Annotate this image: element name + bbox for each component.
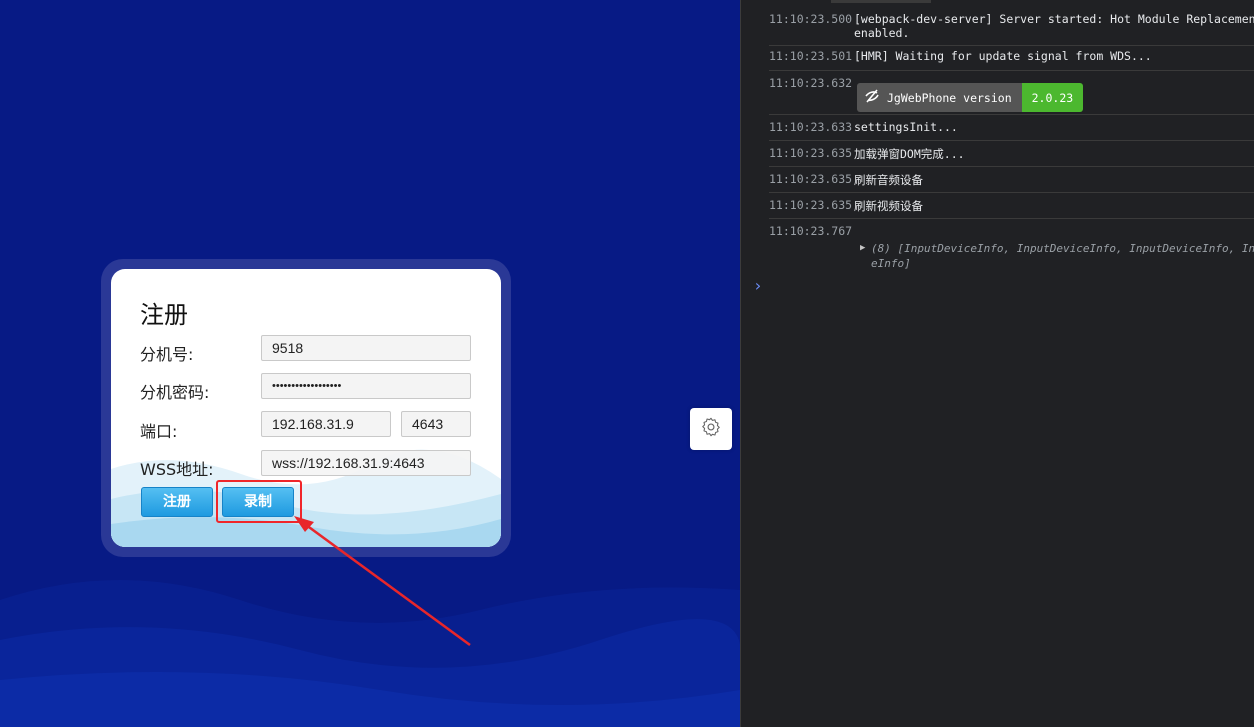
- console-log-row: 11:10:23.633 settingsInit...: [769, 120, 1254, 141]
- log-timestamp: 11:10:23.632: [769, 76, 853, 90]
- wss-input[interactable]: wss://192.168.31.9:4643: [261, 450, 471, 476]
- form-title: 注册: [140, 301, 188, 329]
- badge-name: JgWebPhone version: [887, 90, 1012, 105]
- console-log-row: 11:10:23.635 加载弹窗DOM完成...: [769, 146, 1254, 167]
- password-input[interactable]: ••••••••••••••••••: [261, 373, 471, 399]
- host-input[interactable]: 192.168.31.9: [261, 411, 391, 437]
- port-label: 端口:: [140, 422, 178, 441]
- log-timestamp: 11:10:23.500: [769, 12, 853, 26]
- console-log-row: 11:10:23.635 刷新音频设备: [769, 172, 1254, 193]
- badge-version: 2.0.23: [1021, 83, 1084, 112]
- extension-input[interactable]: 9518: [261, 335, 471, 361]
- port-input[interactable]: 4643: [401, 411, 471, 437]
- log-message: 刷新视频设备: [854, 199, 923, 213]
- extension-label: 分机号:: [140, 345, 194, 364]
- log-message: [webpack-dev-server] Server started: Hot…: [854, 12, 1254, 40]
- console-log-row: 11:10:23.635 刷新视频设备: [769, 198, 1254, 219]
- log-timestamp: 11:10:23.767: [769, 224, 853, 238]
- log-object-line2: eInfo]: [871, 257, 911, 270]
- devtools-console: 11:10:23.500 [webpack-dev-server] Server…: [740, 0, 1254, 727]
- wss-label: WSS地址:: [140, 460, 214, 479]
- log-timestamp: 11:10:23.635: [769, 146, 853, 160]
- log-timestamp: 11:10:23.501: [769, 49, 853, 63]
- log-timestamp: 11:10:23.633: [769, 120, 853, 134]
- expand-triangle-icon[interactable]: ▶: [860, 243, 865, 253]
- logo-icon: [865, 88, 879, 107]
- password-label: 分机密码:: [140, 383, 210, 402]
- register-button[interactable]: 注册: [141, 487, 213, 517]
- console-log-row: 11:10:23.632 JgWebPhone version 2.0.23: [769, 76, 1254, 115]
- app-area: 注册 分机号: 9518 分机密码: •••••••••••••••••• 端口…: [0, 0, 740, 727]
- log-timestamp: 11:10:23.635: [769, 198, 853, 212]
- gear-icon: [700, 416, 722, 443]
- console-toolbar-edge: [831, 0, 931, 3]
- console-log-row[interactable]: 11:10:23.767 ▶ (8) [InputDeviceInfo, Inp…: [769, 224, 1254, 274]
- log-timestamp: 11:10:23.635: [769, 172, 853, 186]
- console-prompt-icon[interactable]: ›: [753, 276, 763, 295]
- settings-button[interactable]: [690, 408, 732, 450]
- register-card: 注册 分机号: 9518 分机密码: •••••••••••••••••• 端口…: [111, 269, 501, 547]
- log-message: [HMR] Waiting for update signal from WDS…: [854, 49, 1152, 63]
- log-message: 加载弹窗DOM完成...: [854, 147, 965, 161]
- log-object-line1: (8) [InputDeviceInfo, InputDeviceInfo, I…: [871, 242, 1254, 255]
- console-log-row: 11:10:23.501 [HMR] Waiting for update si…: [769, 49, 1254, 71]
- log-message: 刷新音频设备: [854, 173, 923, 187]
- console-log-row: 11:10:23.500 [webpack-dev-server] Server…: [769, 12, 1254, 46]
- log-message: settingsInit...: [854, 120, 958, 134]
- record-button-highlight: [216, 480, 302, 523]
- version-badge: JgWebPhone version 2.0.23: [857, 83, 1084, 112]
